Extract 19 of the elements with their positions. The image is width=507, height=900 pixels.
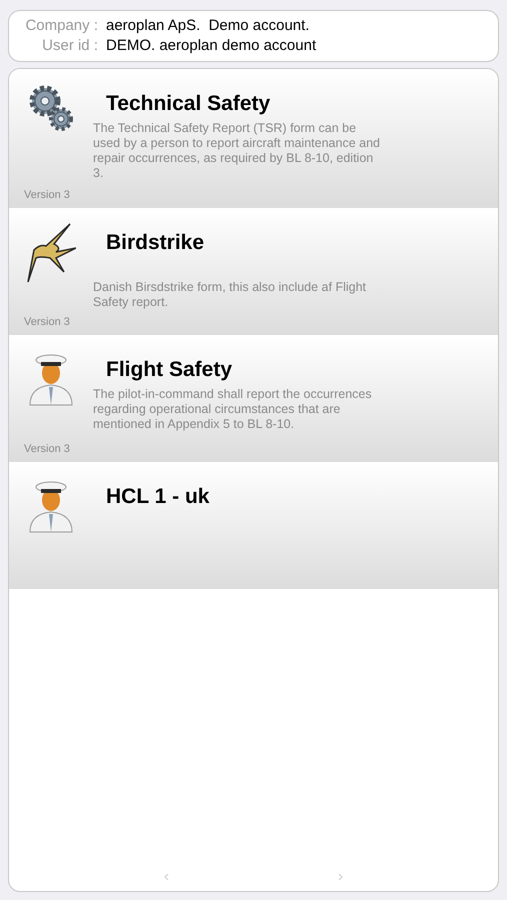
- form-title: Flight Safety: [105, 357, 234, 383]
- form-description: The Technical Safety Report (TSR) form can be used by a person to report aircraft maintenance and repair occurrences, as required by BL 8-10, edition 3.: [93, 121, 381, 181]
- form-row[interactable]: Technical Safety The Technical Safety Report (TSR) form can be used by a person to report aircraft maintenance and repair occurrences, as required by BL 8-10, edition 3. Version 3: [9, 69, 498, 208]
- bird-icon: [26, 222, 76, 284]
- form-description: Danish Birsdstrike form, this also include af Flight Safety report.: [93, 280, 368, 310]
- version-label: Version 3: [24, 442, 70, 456]
- chevron-right-icon[interactable]: [338, 873, 343, 881]
- form-title: Technical Safety: [105, 91, 272, 117]
- field-label: User id :: [41, 36, 98, 56]
- form-title: Birdstrike: [105, 230, 206, 256]
- gears-icon: [28, 83, 74, 133]
- field-label: Company :: [24, 16, 98, 36]
- version-label: Version 3: [24, 188, 70, 202]
- form-description: The pilot-in-command shall report the occurrences regarding operational circumstances that are mentioned in Appendix 5 to BL 8-10.: [93, 387, 373, 432]
- version-label: Version 3: [24, 314, 70, 330]
- chevron-left-icon[interactable]: [164, 873, 169, 881]
- field-value: aeroplan ApS. Demo account.: [106, 16, 310, 36]
- form-title: HCL 1 - uk: [105, 484, 210, 510]
- field-value: DEMO. aeroplan demo account: [106, 36, 316, 56]
